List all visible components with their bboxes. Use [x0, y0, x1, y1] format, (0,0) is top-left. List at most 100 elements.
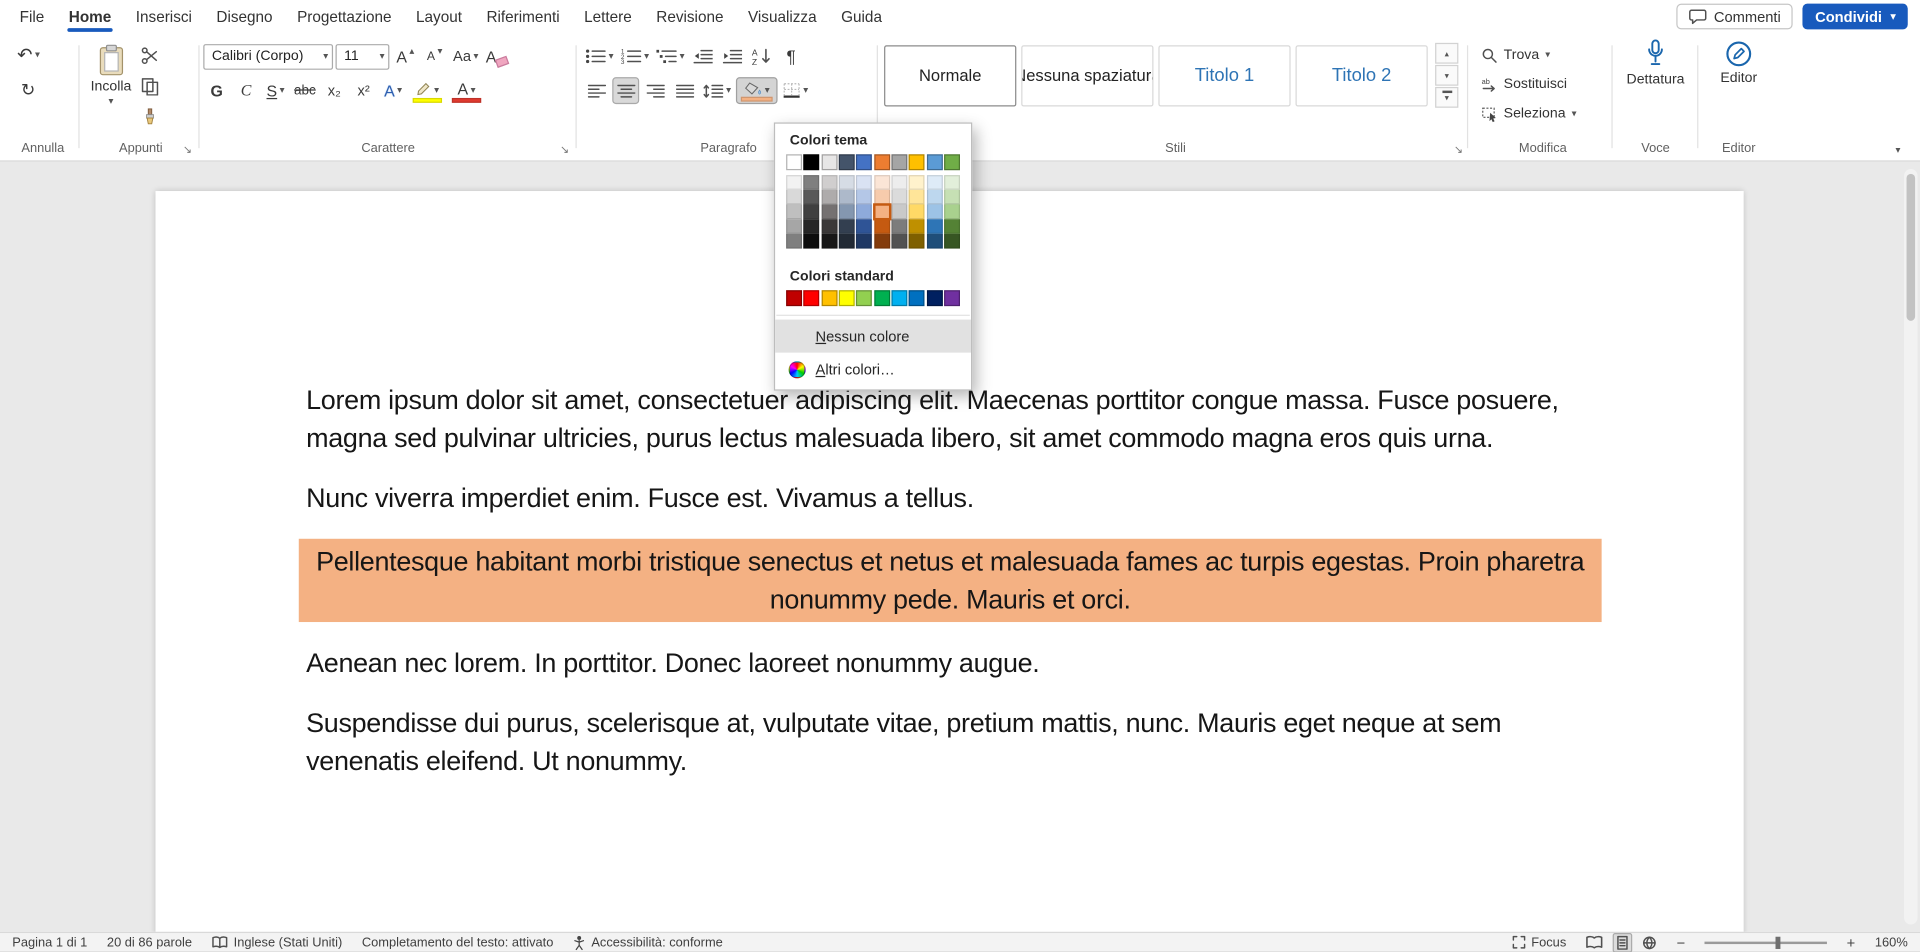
style-titolo-1[interactable]: Titolo 1 [1158, 45, 1290, 106]
color-variant-swatch[interactable] [804, 204, 820, 219]
zoom-slider[interactable] [1705, 941, 1827, 943]
theme-color-swatch[interactable] [839, 154, 855, 170]
color-variant-swatch[interactable] [821, 219, 837, 234]
color-variant-swatch[interactable] [786, 190, 802, 205]
color-variant-swatch[interactable] [804, 234, 820, 249]
style-nessuna-spaziatura[interactable]: Nessuna spaziatura [1021, 45, 1153, 106]
tab-revisione[interactable]: Revisione [644, 0, 736, 33]
increase-indent-button[interactable] [719, 43, 746, 70]
web-layout-button[interactable] [1642, 935, 1657, 950]
color-variant-swatch[interactable] [856, 204, 872, 219]
paragraph[interactable]: Aenean nec lorem. In porttitor. Donec la… [306, 644, 1594, 682]
zoom-level[interactable]: 160% [1875, 935, 1908, 950]
text-effects-button[interactable]: A [380, 77, 407, 104]
tab-file[interactable]: File [7, 0, 56, 33]
select-button[interactable]: Seleziona [1474, 99, 1611, 128]
read-mode-button[interactable] [1586, 936, 1603, 949]
color-variant-swatch[interactable] [926, 204, 942, 219]
page-indicator[interactable]: Pagina 1 di 1 [12, 935, 87, 950]
no-color-item[interactable]: Nessun colore [775, 320, 971, 353]
accessibility-indicator[interactable]: Accessibilità: conforme [573, 935, 723, 950]
standard-color-swatch[interactable] [874, 290, 890, 306]
theme-color-swatch[interactable] [786, 154, 802, 170]
color-variant-swatch[interactable] [909, 219, 925, 234]
multilevel-list-button[interactable] [654, 43, 687, 70]
tab-inserisci[interactable]: Inserisci [124, 0, 205, 33]
cut-button[interactable] [136, 42, 163, 69]
color-variant-swatch[interactable] [856, 234, 872, 249]
grow-font-button[interactable]: A [392, 43, 419, 70]
bold-button[interactable]: G [203, 77, 230, 104]
dictate-button[interactable]: Dettatura [1616, 33, 1694, 89]
sort-button[interactable]: AZ [748, 43, 775, 70]
color-variant-swatch[interactable] [926, 234, 942, 249]
shrink-font-button[interactable]: A [421, 43, 448, 70]
color-variant-swatch[interactable] [839, 234, 855, 249]
more-colors-item[interactable]: Altri colori… [775, 353, 971, 386]
color-variant-swatch[interactable] [804, 219, 820, 234]
theme-color-swatch[interactable] [856, 154, 872, 170]
color-variant-swatch[interactable] [926, 219, 942, 234]
style-titolo-2[interactable]: Titolo 2 [1296, 45, 1428, 106]
color-variant-swatch[interactable] [909, 234, 925, 249]
color-variant-swatch[interactable] [856, 219, 872, 234]
underline-button[interactable]: S [262, 77, 289, 104]
color-variant-swatch[interactable] [944, 219, 960, 234]
scrollbar-thumb[interactable] [1907, 174, 1916, 321]
appunti-dialog-launcher[interactable] [180, 142, 195, 157]
color-variant-swatch[interactable] [839, 219, 855, 234]
tab-visualizza[interactable]: Visualizza [736, 0, 829, 33]
theme-color-swatch[interactable] [891, 154, 907, 170]
copy-button[interactable] [136, 72, 163, 99]
borders-button[interactable] [780, 77, 811, 104]
color-variant-swatch[interactable] [926, 175, 942, 190]
standard-color-swatch[interactable] [804, 290, 820, 306]
color-variant-swatch[interactable] [909, 175, 925, 190]
color-variant-swatch[interactable] [821, 234, 837, 249]
standard-color-swatch[interactable] [856, 290, 872, 306]
color-variant-swatch[interactable] [839, 204, 855, 219]
collapse-ribbon-button[interactable] [1895, 146, 1900, 156]
font-color-button[interactable]: A [448, 77, 485, 104]
text-prediction-indicator[interactable]: Completamento del testo: attivato [362, 935, 554, 950]
color-variant-swatch[interactable] [821, 204, 837, 219]
color-variant-swatch[interactable] [944, 175, 960, 190]
tab-layout[interactable]: Layout [404, 0, 474, 33]
theme-color-swatch[interactable] [944, 154, 960, 170]
standard-color-swatch[interactable] [944, 290, 960, 306]
vertical-scrollbar[interactable] [1904, 169, 1917, 925]
color-variant-swatch[interactable] [874, 234, 890, 249]
tab-progettazione[interactable]: Progettazione [285, 0, 404, 33]
color-variant-swatch[interactable] [804, 190, 820, 205]
color-variant-swatch[interactable] [874, 219, 890, 234]
align-right-button[interactable] [642, 77, 669, 104]
zoom-slider-thumb[interactable] [1776, 936, 1781, 948]
word-count[interactable]: 20 di 86 parole [107, 935, 192, 950]
standard-color-swatch[interactable] [839, 290, 855, 306]
justify-button[interactable] [671, 77, 698, 104]
comments-button[interactable]: Commenti [1676, 4, 1793, 30]
color-variant-swatch[interactable] [891, 175, 907, 190]
tab-lettere[interactable]: Lettere [572, 0, 644, 33]
color-variant-swatch[interactable] [909, 204, 925, 219]
standard-color-swatch[interactable] [786, 290, 802, 306]
change-case-button[interactable]: Aa [451, 43, 481, 70]
gallery-row-down-button[interactable] [1435, 65, 1458, 86]
color-variant-swatch[interactable] [786, 204, 802, 219]
italic-button[interactable]: C [233, 77, 260, 104]
standard-color-swatch[interactable] [891, 290, 907, 306]
stili-dialog-launcher[interactable] [1451, 142, 1466, 157]
color-variant-swatch[interactable] [839, 175, 855, 190]
paragraph[interactable]: Nunc viverra imperdiet enim. Fusce est. … [306, 479, 1594, 517]
undo-button[interactable]: ↶ [15, 42, 43, 69]
numbering-button[interactable]: 123 [618, 43, 651, 70]
theme-color-swatch[interactable] [804, 154, 820, 170]
superscript-button[interactable]: x² [350, 77, 377, 104]
highlighted-paragraph[interactable]: Pellentesque habitant morbi tristique se… [299, 539, 1602, 622]
shading-button[interactable] [736, 77, 778, 104]
color-variant-swatch[interactable] [944, 234, 960, 249]
redo-button[interactable]: ↻ [15, 76, 42, 103]
theme-color-swatch[interactable] [909, 154, 925, 170]
zoom-in-button[interactable]: + [1847, 934, 1856, 951]
font-name-combo[interactable]: Calibri (Corpo) [203, 43, 333, 69]
